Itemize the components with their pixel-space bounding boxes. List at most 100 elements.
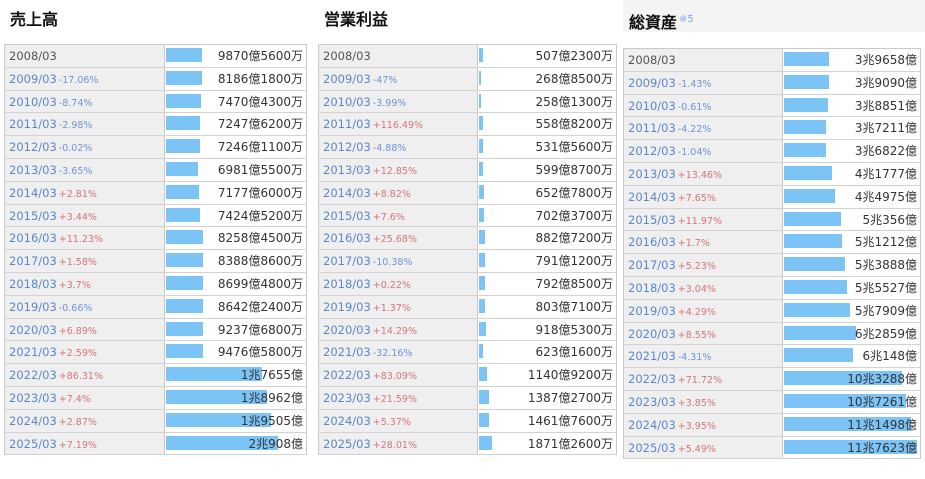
value-cell: 4兆1777億 (783, 163, 920, 185)
fiscal-year-link[interactable]: 2020/03 (9, 323, 57, 337)
yoy-change: -2.98% (58, 120, 93, 132)
fiscal-year-link[interactable]: 2018/03 (628, 281, 676, 295)
value-cell: 1140億9200万 (478, 364, 616, 386)
yoy-change: -1.04% (677, 147, 712, 159)
fiscal-year-link[interactable]: 2012/03 (9, 140, 57, 154)
fiscal-year-link[interactable]: 2022/03 (628, 372, 676, 386)
value-text: 6981億5500万 (217, 162, 303, 177)
yoy-change: +21.59% (372, 393, 417, 405)
fiscal-year-link[interactable]: 2009/03 (323, 72, 371, 86)
fiscal-year-link[interactable]: 2021/03 (9, 345, 57, 359)
value-cell: 7246億1100万 (165, 136, 306, 158)
value-text: 7470億4300万 (217, 94, 303, 109)
fiscal-year-link[interactable]: 2014/03 (9, 186, 57, 200)
fiscal-year-link[interactable]: 2015/03 (628, 213, 676, 227)
row-label: 2013/03 -3.65% (5, 158, 165, 181)
yoy-change: -0.02% (58, 143, 93, 155)
fiscal-year-link[interactable]: 2016/03 (323, 231, 371, 245)
fiscal-year-link[interactable]: 2011/03 (628, 121, 676, 135)
fiscal-year-link[interactable]: 2016/03 (628, 235, 676, 249)
fiscal-year-link[interactable]: 2014/03 (323, 186, 371, 200)
fiscal-year-link[interactable]: 2013/03 (323, 163, 371, 177)
fiscal-year-link[interactable]: 2017/03 (323, 254, 371, 268)
fiscal-year-link[interactable]: 2022/03 (9, 368, 57, 382)
fiscal-year-link[interactable]: 2015/03 (323, 209, 371, 223)
fiscal-year-link[interactable]: 2014/03 (628, 190, 676, 204)
value-text: 5兆5527億 (854, 280, 917, 295)
value-bar (166, 230, 203, 245)
yoy-change: +12.85% (372, 165, 417, 177)
table-row: 2021/03 -32.16% 623億1600万 (319, 341, 616, 365)
fiscal-year-link[interactable]: 2021/03 (628, 349, 676, 363)
fiscal-year-link[interactable]: 2021/03 (323, 345, 371, 359)
fiscal-year-link[interactable]: 2023/03 (9, 391, 57, 405)
row-label: 2009/03 -1.43% (624, 71, 783, 94)
fiscal-year-link[interactable]: 2010/03 (628, 99, 676, 113)
fiscal-year-link[interactable]: 2011/03 (323, 117, 371, 131)
fiscal-year-link[interactable]: 2024/03 (628, 418, 676, 432)
value-text: 1兆9505億 (240, 413, 303, 428)
footnote-link[interactable]: ※5 (679, 14, 694, 25)
fiscal-year-link[interactable]: 2009/03 (628, 76, 676, 90)
value-bar (166, 321, 203, 336)
value-text: 1461億7600万 (527, 413, 613, 428)
value-cell: 7247億6200万 (165, 113, 306, 135)
fiscal-year-link[interactable]: 2017/03 (9, 254, 57, 268)
yoy-change: -10.38% (372, 257, 413, 269)
fiscal-year-link[interactable]: 2017/03 (628, 258, 676, 272)
fiscal-year-link[interactable]: 2009/03 (9, 72, 57, 86)
fiscal-year-link[interactable]: 2015/03 (9, 209, 57, 223)
yoy-change: +2.59% (58, 348, 97, 360)
value-bar (784, 211, 841, 226)
fiscal-year-link[interactable]: 2019/03 (323, 300, 371, 314)
table-row: 2011/03 -2.98% 7247億6200万 (5, 113, 306, 137)
fiscal-year-link[interactable]: 2013/03 (628, 167, 676, 181)
yoy-change: +3.95% (677, 420, 716, 432)
table-row: 2014/03 +8.82% 652億7800万 (319, 181, 616, 205)
fiscal-year-link[interactable]: 2010/03 (9, 95, 57, 109)
panel-3: 総資産 ※5 2008/03 3兆9658億 2009/03 -1.43% 3兆9090億 2… (623, 0, 925, 479)
row-label: 2017/03 +5.23% (624, 254, 783, 276)
fiscal-year-link[interactable]: 2022/03 (323, 368, 371, 382)
yoy-change: -8.74% (58, 97, 93, 109)
value-bar (166, 298, 203, 313)
fiscal-year-link[interactable]: 2019/03 (628, 304, 676, 318)
value-bar (784, 52, 829, 66)
value-cell: 531億5600万 (478, 136, 616, 158)
fiscal-year-link[interactable]: 2013/03 (9, 163, 57, 177)
fiscal-year-link[interactable]: 2012/03 (323, 140, 371, 154)
fiscal-year-link[interactable]: 2018/03 (9, 277, 57, 291)
fiscal-year-link[interactable]: 2024/03 (323, 414, 371, 428)
table-row: 2020/03 +14.29% 918億5300万 (319, 318, 616, 342)
fiscal-year-link[interactable]: 2012/03 (628, 144, 676, 158)
row-label: 2019/03 +1.37% (319, 295, 478, 318)
value-cell: 918億5300万 (478, 319, 616, 341)
fiscal-year-link[interactable]: 2023/03 (628, 395, 676, 409)
fiscal-year-link: 2008/03 (9, 49, 57, 63)
value-text: 8258億4500万 (217, 231, 303, 246)
table-row: 2015/03 +3.44% 7424億5200万 (5, 204, 306, 228)
fiscal-year-link[interactable]: 2018/03 (323, 277, 371, 291)
fiscal-year-link[interactable]: 2020/03 (628, 327, 676, 341)
fiscal-year-link[interactable]: 2025/03 (323, 437, 371, 451)
fiscal-year-link[interactable]: 2019/03 (9, 300, 57, 314)
fiscal-year-link[interactable]: 2025/03 (628, 441, 676, 455)
row-label: 2020/03 +6.89% (5, 318, 165, 341)
table-row: 2013/03 -3.65% 6981億5500万 (5, 158, 306, 182)
table-row: 2012/03 -4.88% 531億5600万 (319, 136, 616, 159)
panel-title: 総資産 ※5 (629, 9, 694, 33)
value-cell: 3兆6822億 (783, 140, 920, 162)
fiscal-year-link[interactable]: 2020/03 (323, 323, 371, 337)
fiscal-year-link[interactable]: 2024/03 (9, 414, 57, 428)
table-row: 2025/03 +5.49% 11兆7623億 (624, 436, 920, 460)
value-cell: 5兆7909億 (783, 300, 920, 322)
fiscal-year-link[interactable]: 2025/03 (9, 437, 57, 451)
table-row: 2017/03 +1.58% 8388億8600万 (5, 250, 306, 273)
value-text: 11兆1498億 (847, 417, 917, 432)
fiscal-year-link[interactable]: 2016/03 (9, 231, 57, 245)
table-row: 2022/03 +86.31% 1兆7655億 (5, 364, 306, 387)
fiscal-year-link[interactable]: 2011/03 (9, 117, 57, 131)
fiscal-year-link[interactable]: 2023/03 (323, 391, 371, 405)
fiscal-year-link[interactable]: 2010/03 (323, 95, 371, 109)
value-cell: 702億3700万 (478, 205, 616, 227)
